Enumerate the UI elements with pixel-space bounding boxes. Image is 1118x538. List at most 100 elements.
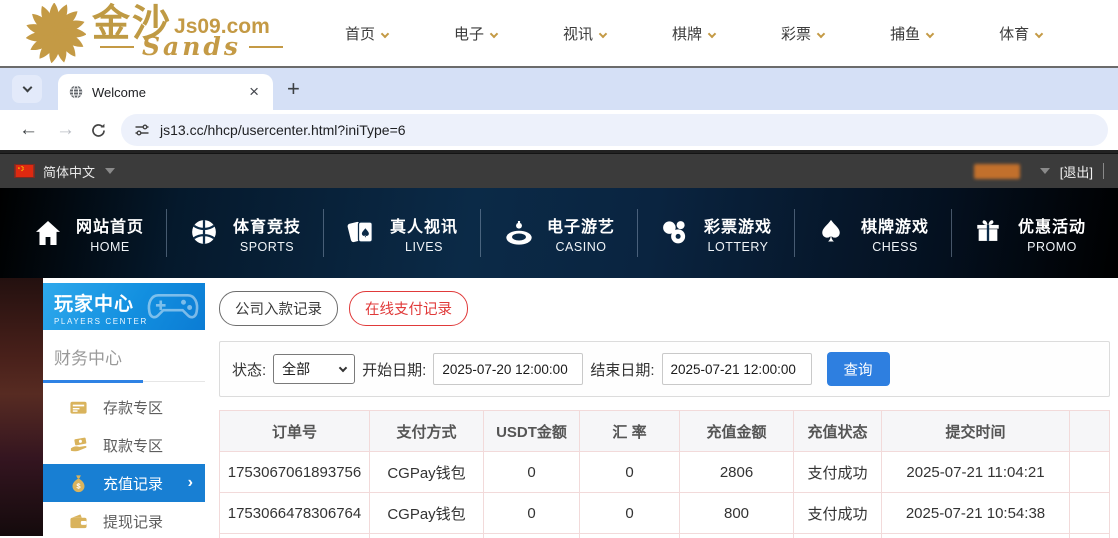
lottery-balls-icon bbox=[660, 217, 692, 249]
sidebar-item-withdraw[interactable]: 取款专区 bbox=[43, 426, 205, 464]
browser-tab[interactable]: Welcome × bbox=[58, 74, 273, 110]
filter-bar: 状态: 全部 开始日期: 结束日期: 查询 bbox=[219, 341, 1110, 397]
username-redacted[interactable] bbox=[974, 164, 1020, 179]
site-nav-fishing[interactable]: 捕鱼 bbox=[890, 23, 933, 44]
home-icon bbox=[32, 217, 64, 249]
nav-item-sports[interactable]: 体育竞技SPORTS bbox=[167, 213, 323, 254]
logo-text: 金沙 Js09.com Sands bbox=[92, 5, 283, 61]
cell-payment-method: CGPay钱包 bbox=[370, 452, 484, 493]
cell-submit-time: 2025-07-21 11:04:21 bbox=[882, 452, 1070, 493]
nav-label-cn: 电子游艺 bbox=[547, 213, 615, 237]
chevron-down-icon bbox=[339, 363, 347, 371]
browser-reload-button[interactable] bbox=[90, 122, 107, 139]
browser-back-button[interactable]: ← bbox=[10, 119, 47, 141]
cell-usdt-amount: 0 bbox=[484, 493, 580, 534]
language-selector[interactable]: 简体中文 bbox=[43, 162, 95, 181]
search-button[interactable]: 查询 bbox=[827, 352, 890, 386]
end-date-label: 结束日期: bbox=[590, 359, 654, 380]
site-nav-slots[interactable]: 电子 bbox=[454, 23, 497, 44]
nav-label-en: LOTTERY bbox=[704, 240, 772, 254]
top-site-nav: 首页 电子 视讯 棋牌 彩票 捕鱼 体育 bbox=[345, 23, 1042, 44]
nav-label-cn: 网站首页 bbox=[76, 213, 144, 237]
money-bag-icon: $ bbox=[69, 474, 88, 493]
nav-label-cn: 彩票游戏 bbox=[704, 213, 772, 237]
divider bbox=[1103, 163, 1104, 179]
cell-payment-method: CGPay钱包 bbox=[370, 493, 484, 534]
cell-submit-time: 2025-07-21 10:54:38 bbox=[882, 493, 1070, 534]
language-bar: 简体中文 [退出] bbox=[0, 153, 1118, 188]
nav-item-promo[interactable]: 优惠活动PROMO bbox=[952, 213, 1108, 254]
chevron-down-icon bbox=[381, 29, 389, 37]
site-nav-live[interactable]: 视讯 bbox=[563, 23, 606, 44]
reload-icon bbox=[90, 122, 107, 139]
chevron-right-icon: › bbox=[188, 474, 193, 492]
logout-link[interactable]: [退出] bbox=[1060, 162, 1093, 181]
chevron-down-icon bbox=[817, 29, 825, 37]
nav-item-home[interactable]: 网站首页 HOME bbox=[10, 213, 166, 254]
china-flag-icon bbox=[14, 164, 35, 178]
col-order-number: 订单号 bbox=[220, 411, 370, 452]
col-usdt-amount: USDT金额 bbox=[484, 411, 580, 452]
page-content: 玩家中心 PLAYERS CENTER 财务中心 存款专区 bbox=[0, 278, 1118, 536]
wallet-icon bbox=[69, 512, 88, 531]
nav-label-en: SPORTS bbox=[233, 240, 301, 254]
nav-label-cn: 棋牌游戏 bbox=[861, 213, 929, 237]
sidebar-item-withdrawal-records[interactable]: 提现记录 bbox=[43, 502, 205, 538]
site-header: 金沙 Js09.com Sands 首页 电子 视讯 棋牌 彩票 捕鱼 体育 bbox=[0, 0, 1118, 66]
tab-close-icon[interactable]: × bbox=[245, 82, 263, 102]
chevron-down-icon bbox=[1035, 29, 1043, 37]
tab-company-deposit-records[interactable]: 公司入款记录 bbox=[219, 291, 338, 326]
col-submit-time: 提交时间 bbox=[882, 411, 1070, 452]
chevron-down-icon bbox=[926, 29, 934, 37]
table-row: 1753066478306764 CGPay钱包 0 0 800 支付成功 20… bbox=[220, 493, 1110, 534]
gamepad-icon bbox=[145, 290, 201, 325]
cell-exchange-rate: 0 bbox=[580, 452, 680, 493]
site-nav-sports[interactable]: 体育 bbox=[999, 23, 1042, 44]
site-nav-home[interactable]: 首页 bbox=[345, 23, 388, 44]
chevron-down-icon bbox=[22, 83, 32, 93]
record-type-tabs: 公司入款记录 在线支付记录 bbox=[219, 291, 1110, 326]
sidebar-section-finance: 财务中心 bbox=[43, 330, 205, 382]
nav-item-casino[interactable]: 电子游艺CASINO bbox=[481, 213, 637, 254]
sidebar-item-deposit[interactable]: 存款专区 bbox=[43, 388, 205, 426]
site-nav-chess[interactable]: 棋牌 bbox=[672, 23, 715, 44]
nav-label-cn: 优惠活动 bbox=[1018, 213, 1086, 237]
spade-icon bbox=[817, 217, 849, 249]
roulette-icon bbox=[503, 217, 535, 249]
main-site-nav: 网站首页 HOME 体育竞技SPORTS 真人视讯LIVES 电子游艺CASINO… bbox=[0, 188, 1118, 278]
new-tab-button[interactable]: + bbox=[287, 79, 300, 99]
browser-forward-button[interactable]: → bbox=[47, 119, 84, 141]
nav-label-en: HOME bbox=[76, 240, 144, 254]
cell-order-number: 1753066478306764 bbox=[220, 493, 370, 534]
end-date-input[interactable] bbox=[662, 353, 812, 385]
nav-label-cn: 真人视讯 bbox=[390, 213, 458, 237]
sidebar-item-label: 取款专区 bbox=[103, 435, 163, 456]
browser-toolbar: ← → js13.cc/hhcp/usercenter.html?iniType… bbox=[0, 110, 1118, 153]
tab-online-payment-records[interactable]: 在线支付记录 bbox=[349, 291, 468, 326]
col-payment-method: 支付方式 bbox=[370, 411, 484, 452]
globe-icon bbox=[68, 84, 84, 100]
cell-recharge-amount: 800 bbox=[680, 493, 794, 534]
site-logo[interactable]: 金沙 Js09.com Sands bbox=[26, 3, 283, 63]
records-main-area: 公司入款记录 在线支付记录 状态: 全部 开始日期: 结束日期: 查询 bbox=[205, 283, 1118, 536]
cell-empty bbox=[1070, 452, 1110, 493]
start-date-label: 开始日期: bbox=[362, 359, 426, 380]
start-date-input[interactable] bbox=[433, 353, 583, 385]
chevron-down-icon bbox=[708, 29, 716, 37]
sidebar-item-recharge-records[interactable]: $ 充值记录 › bbox=[43, 464, 205, 502]
table-row-partial bbox=[220, 534, 1110, 538]
sun-logo-icon bbox=[26, 3, 86, 63]
sports-ball-icon bbox=[189, 217, 221, 249]
site-nav-lottery[interactable]: 彩票 bbox=[781, 23, 824, 44]
tab-search-chevron-button[interactable] bbox=[12, 75, 42, 103]
table-row: 1753067061893756 CGPay钱包 0 0 2806 支付成功 2… bbox=[220, 452, 1110, 493]
status-select[interactable]: 全部 bbox=[273, 354, 355, 384]
url-bar[interactable]: js13.cc/hhcp/usercenter.html?iniType=6 bbox=[121, 114, 1108, 146]
nav-item-lives[interactable]: 真人视讯LIVES bbox=[324, 213, 480, 254]
col-recharge-amount: 充值金额 bbox=[680, 411, 794, 452]
nav-label-en: CHESS bbox=[861, 240, 929, 254]
chevron-down-icon bbox=[105, 168, 115, 174]
nav-item-chess[interactable]: 棋牌游戏 CHESS bbox=[795, 213, 951, 254]
nav-item-lottery[interactable]: 彩票游戏 LOTTERY bbox=[638, 213, 794, 254]
table-header-row: 订单号 支付方式 USDT金额 汇 率 充值金额 充值状态 提交时间 bbox=[220, 411, 1110, 452]
